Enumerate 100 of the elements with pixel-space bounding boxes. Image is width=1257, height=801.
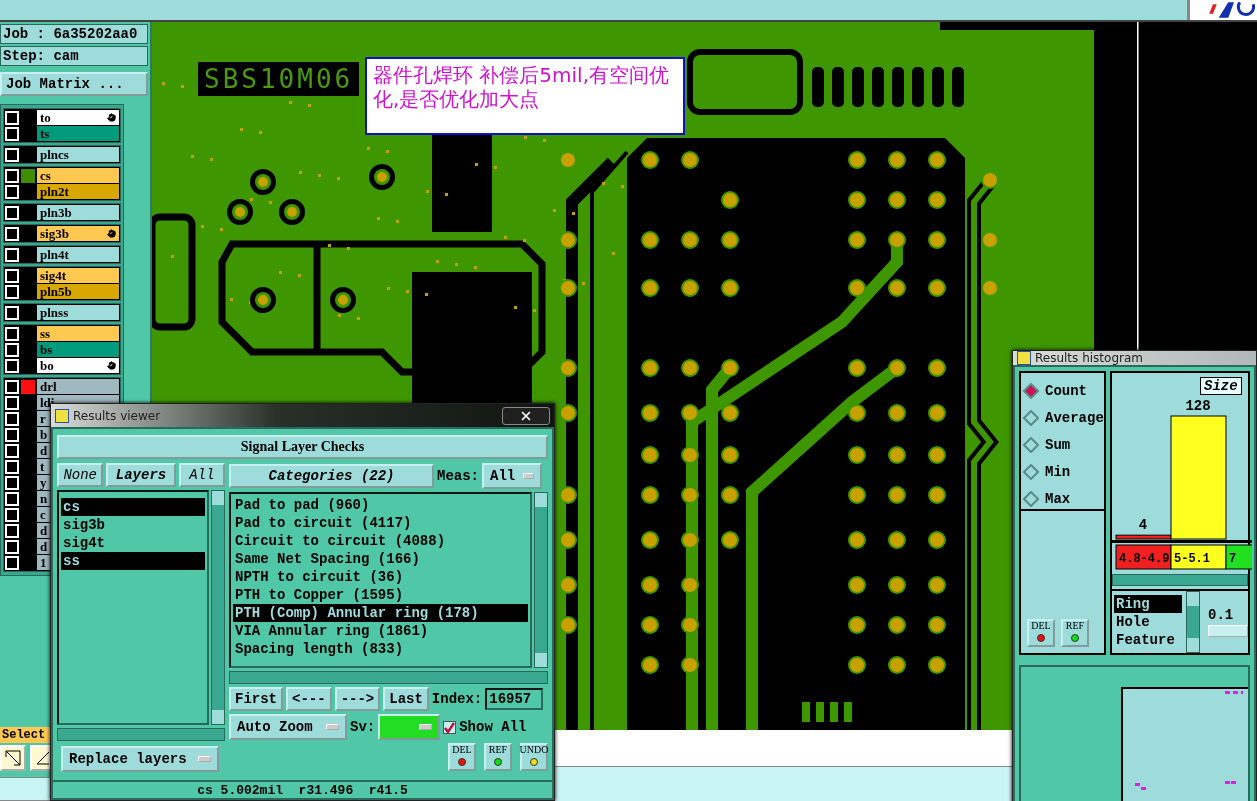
layer-name[interactable]: pln3b bbox=[37, 205, 119, 220]
layer-checkbox[interactable] bbox=[5, 427, 19, 442]
layer-checkbox[interactable] bbox=[5, 539, 19, 554]
layer-checkbox[interactable] bbox=[5, 226, 19, 241]
layer-checkbox[interactable] bbox=[5, 395, 19, 410]
replace-mode-dropdown[interactable]: Replace layers bbox=[61, 746, 219, 772]
layer-checkbox[interactable] bbox=[5, 491, 19, 506]
layer-name[interactable]: bo bbox=[37, 358, 119, 373]
field-item[interactable]: Ring bbox=[1114, 595, 1182, 613]
vertical-scrollbar[interactable] bbox=[211, 490, 225, 725]
via bbox=[250, 169, 276, 195]
job-matrix-button[interactable]: Job Matrix ... bbox=[0, 72, 148, 96]
horizontal-scrollbar[interactable] bbox=[229, 671, 548, 684]
layer-checkbox[interactable] bbox=[5, 379, 19, 394]
pad bbox=[641, 576, 659, 594]
navigation-button[interactable]: Last bbox=[383, 687, 429, 711]
layer-checkbox[interactable] bbox=[5, 305, 19, 320]
layer-item[interactable]: cs bbox=[61, 498, 205, 516]
close-button[interactable] bbox=[502, 406, 550, 425]
category-item[interactable]: NPTH to circuit (36) bbox=[233, 568, 528, 586]
refresh-button[interactable]: REF bbox=[1061, 619, 1089, 647]
layer-checkbox[interactable] bbox=[5, 358, 19, 373]
category-item[interactable]: PTH (Comp) Annular ring (178) bbox=[233, 604, 528, 622]
category-item[interactable]: Pad to pad (960) bbox=[233, 496, 528, 514]
layer-checkbox[interactable] bbox=[5, 110, 19, 125]
layer-checkbox[interactable] bbox=[5, 126, 19, 141]
layer-checkbox[interactable] bbox=[5, 326, 19, 341]
radio-button[interactable] bbox=[1023, 409, 1039, 426]
layer-name[interactable]: pln5b bbox=[37, 284, 119, 299]
radio-button[interactable] bbox=[1023, 382, 1039, 399]
layer-item[interactable]: ss bbox=[61, 552, 205, 570]
navigation-button[interactable]: ---> bbox=[334, 687, 381, 711]
layer-checkbox[interactable] bbox=[5, 459, 19, 474]
radio-button[interactable] bbox=[1023, 436, 1039, 453]
category-item[interactable]: VIA Annular ring (1861) bbox=[233, 622, 528, 640]
radio-button[interactable] bbox=[1023, 463, 1039, 480]
layer-item[interactable]: sig3b bbox=[61, 516, 205, 534]
categories-button[interactable]: Categories (22) bbox=[229, 464, 434, 488]
pad bbox=[641, 279, 659, 297]
field-item[interactable]: Hole bbox=[1114, 613, 1182, 631]
zoom-tool-button[interactable] bbox=[0, 745, 26, 771]
pad bbox=[681, 279, 699, 297]
layer-checkbox[interactable] bbox=[5, 184, 19, 199]
category-item[interactable]: Circuit to circuit (4088) bbox=[233, 532, 528, 550]
layer-checkbox[interactable] bbox=[5, 523, 19, 538]
layer-checkbox[interactable] bbox=[5, 475, 19, 490]
horizontal-scrollbar[interactable] bbox=[57, 728, 225, 741]
category-item[interactable]: Pad to circuit (4117) bbox=[233, 514, 528, 532]
radio-button[interactable] bbox=[1023, 490, 1039, 507]
layer-name[interactable]: ss bbox=[37, 326, 119, 341]
histogram-bar[interactable] bbox=[1115, 534, 1172, 540]
horizontal-scrollbar[interactable] bbox=[1112, 574, 1248, 586]
layer-checkbox[interactable] bbox=[5, 411, 19, 426]
layer-name[interactable]: to bbox=[37, 110, 119, 125]
layers-button[interactable]: Layers bbox=[106, 463, 176, 487]
histogram-bar[interactable] bbox=[1170, 415, 1227, 540]
layer-name[interactable]: pln2t bbox=[37, 184, 119, 199]
bar-value: 4 bbox=[1138, 517, 1148, 534]
field-item[interactable]: Feature bbox=[1114, 631, 1182, 649]
layer-checkbox[interactable] bbox=[5, 284, 19, 299]
navigation-button[interactable]: First bbox=[229, 687, 283, 711]
refresh-button[interactable]: REF bbox=[484, 743, 512, 771]
category-item[interactable]: Spacing length (833) bbox=[233, 640, 528, 658]
layer-name[interactable]: drl bbox=[37, 379, 119, 394]
layer-checkbox[interactable] bbox=[5, 147, 19, 162]
layer-checkbox[interactable] bbox=[5, 168, 19, 183]
undo-button[interactable]: UNDO bbox=[520, 743, 548, 771]
layer-name[interactable]: pln4t bbox=[37, 247, 119, 262]
category-item[interactable]: PTH to Copper (1595) bbox=[233, 586, 528, 604]
sv-color-dropdown[interactable] bbox=[378, 714, 441, 740]
layer-name[interactable]: sig4t bbox=[37, 268, 119, 283]
select-option-button[interactable]: None bbox=[57, 463, 104, 487]
category-item[interactable]: Same Net Spacing (166) bbox=[233, 550, 528, 568]
index-field[interactable]: 16957 bbox=[485, 688, 544, 710]
layer-name[interactable]: plnss bbox=[37, 305, 119, 320]
layer-checkbox[interactable] bbox=[5, 247, 19, 262]
delete-button[interactable]: DEL bbox=[448, 743, 476, 771]
pad bbox=[559, 231, 577, 249]
select-option-button[interactable]: All bbox=[178, 463, 225, 487]
layer-name[interactable]: plncs bbox=[37, 147, 119, 162]
meas-dropdown[interactable]: All bbox=[482, 463, 542, 489]
layer-name[interactable]: bs bbox=[37, 342, 119, 357]
layer-name[interactable]: sig3b bbox=[37, 226, 119, 241]
layer-checkbox[interactable] bbox=[5, 205, 19, 220]
delete-button[interactable]: DEL bbox=[1027, 619, 1055, 647]
vertical-scrollbar[interactable] bbox=[1186, 591, 1200, 653]
pad bbox=[981, 171, 999, 189]
navigation-button[interactable]: <--- bbox=[286, 687, 332, 711]
layer-checkbox[interactable] bbox=[5, 268, 19, 283]
layer-name[interactable]: ts bbox=[37, 126, 119, 141]
zoom-mode-dropdown[interactable]: Auto Zoom bbox=[229, 714, 347, 740]
layer-checkbox[interactable] bbox=[5, 555, 19, 570]
vertical-scrollbar[interactable] bbox=[534, 492, 548, 668]
show-all-checkbox[interactable] bbox=[443, 720, 457, 734]
layer-checkbox[interactable] bbox=[5, 342, 19, 357]
layer-checkbox[interactable] bbox=[5, 443, 19, 458]
layer-checkbox[interactable] bbox=[5, 507, 19, 522]
layer-item[interactable]: sig4t bbox=[61, 534, 205, 552]
pad bbox=[981, 279, 999, 297]
layer-name[interactable]: cs bbox=[37, 168, 119, 183]
